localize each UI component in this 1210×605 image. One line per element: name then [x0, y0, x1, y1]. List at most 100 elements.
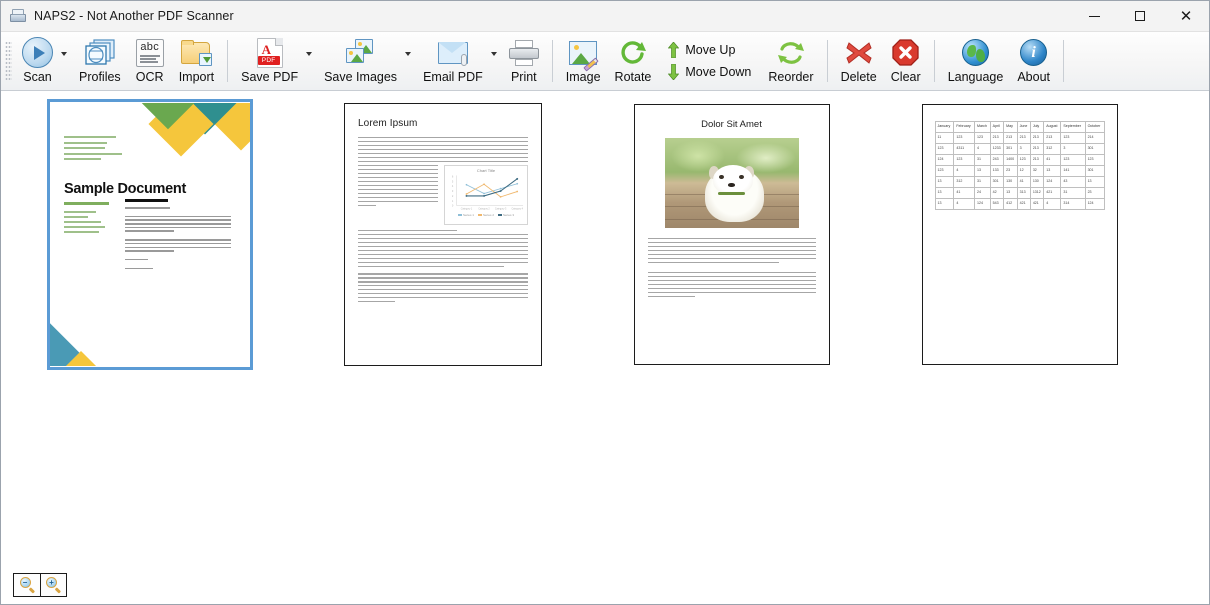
dolor-paragraph-2: [648, 272, 816, 297]
table-cell: 130: [1004, 176, 1017, 187]
ocr-button[interactable]: abc OCR: [128, 32, 172, 90]
table-cell: 213: [1044, 132, 1061, 143]
minimize-button[interactable]: [1071, 1, 1117, 32]
profiles-label: Profiles: [79, 70, 121, 84]
close-button[interactable]: ✕: [1163, 1, 1209, 32]
column-header: August: [1044, 122, 1061, 133]
letterhead-body-text: [125, 207, 231, 271]
move-down-button[interactable]: Move Down: [664, 62, 755, 82]
column-header: June: [1017, 122, 1030, 133]
ocr-icon: abc: [136, 39, 164, 67]
zoom-out-button[interactable]: −: [14, 574, 40, 596]
column-header: February: [954, 122, 975, 133]
table-cell: 12: [1017, 165, 1030, 176]
toolbar-separator-3: [827, 40, 828, 82]
letterhead-meta-block: [64, 211, 110, 236]
email-pdf-button[interactable]: Email PDF: [416, 32, 490, 90]
print-button[interactable]: Print: [502, 32, 546, 90]
page-preview-lorem-ipsum: Lorem Ipsum Chart Title: [344, 103, 542, 366]
table-row: 13 312 31 301 130 41 130 124 43 13: [935, 176, 1104, 187]
maximize-button[interactable]: [1117, 1, 1163, 32]
status-bar: − +: [1, 564, 1209, 604]
table-cell: 141: [1061, 165, 1085, 176]
page-title-sample-document: Sample Document: [64, 181, 186, 197]
table-row: 13 4 124 543 412 421 421 4 314 124: [935, 198, 1104, 209]
page-preview-monthly-table: January February March April May June Ju…: [922, 104, 1118, 365]
legend-item-series-1: Series 1: [458, 213, 474, 217]
save-pdf-dropdown-arrow[interactable]: [305, 32, 317, 90]
rotate-button[interactable]: Rotate: [608, 32, 659, 90]
move-down-label: Move Down: [685, 65, 751, 79]
lorem-left-column-text: [358, 165, 438, 225]
toolbar-separator-2: [552, 40, 553, 82]
title-bar-left: NAPS2 - Not Another PDF Scanner: [1, 8, 234, 24]
save-pdf-button[interactable]: A PDF Save PDF: [234, 32, 305, 90]
svg-text:Category 4: Category 4: [512, 207, 524, 210]
import-button[interactable]: Import: [172, 32, 221, 90]
save-images-split-button[interactable]: Save Images: [317, 32, 416, 90]
clear-label: Clear: [891, 70, 921, 84]
table-cell: 4: [954, 165, 975, 176]
thumbnail-item-1[interactable]: Sample Document: [47, 99, 253, 370]
table-cell: 313: [1017, 187, 1030, 198]
title-bar: NAPS2 - Not Another PDF Scanner ✕: [1, 1, 1209, 32]
move-up-button[interactable]: Move Up: [664, 40, 755, 60]
window-controls: ✕: [1071, 1, 1209, 32]
import-label: Import: [179, 70, 214, 84]
clear-button[interactable]: Clear: [884, 32, 928, 90]
reorder-icon: [777, 40, 805, 66]
scan-button[interactable]: Scan: [15, 32, 60, 90]
table-cell: 421: [1017, 198, 1030, 209]
language-button[interactable]: Language: [941, 32, 1011, 90]
image-edit-icon: [569, 41, 597, 65]
table-cell: 314: [1061, 198, 1085, 209]
delete-button[interactable]: Delete: [834, 32, 884, 90]
table-cell: 213: [1004, 132, 1017, 143]
svg-text:Category 2: Category 2: [478, 207, 490, 210]
zoom-in-button[interactable]: +: [40, 574, 66, 596]
delete-label: Delete: [841, 70, 877, 84]
table-cell: 421: [1044, 187, 1061, 198]
lorem-chart-row: Chart Title 012 345 6: [358, 165, 528, 225]
thumbnail-item-4[interactable]: January February March April May June Ju…: [921, 99, 1118, 370]
chart-legend: Series 1 Series 2 Series 3: [447, 213, 525, 217]
save-images-button[interactable]: Save Images: [317, 32, 404, 90]
thumbnail-workspace[interactable]: Sample Document: [1, 91, 1209, 564]
column-header: September: [1061, 122, 1085, 133]
about-button[interactable]: i About: [1010, 32, 1057, 90]
toolbar-separator-1: [227, 40, 228, 82]
image-label: Image: [566, 70, 601, 84]
profiles-icon: [85, 39, 115, 67]
delete-x-icon: [845, 40, 873, 66]
image-button[interactable]: Image: [559, 32, 608, 90]
scan-split-button[interactable]: Scan: [15, 32, 72, 90]
profiles-button[interactable]: Profiles: [72, 32, 128, 90]
column-header: May: [1004, 122, 1017, 133]
table-cell: 43: [1061, 176, 1085, 187]
table-cell: 13: [1044, 165, 1061, 176]
print-label: Print: [511, 70, 537, 84]
column-header: March: [974, 122, 990, 133]
save-images-dropdown-arrow[interactable]: [404, 32, 416, 90]
table-cell: 301: [1085, 143, 1104, 154]
reorder-label: Reorder: [768, 70, 813, 84]
table-cell: 123: [935, 143, 954, 154]
reorder-button[interactable]: Reorder: [761, 32, 820, 90]
move-up-label: Move Up: [685, 43, 735, 57]
scan-dropdown-arrow[interactable]: [60, 32, 72, 90]
embedded-line-chart: Chart Title 012 345 6: [444, 165, 528, 225]
table-cell: 130: [1030, 176, 1043, 187]
toolbar-grip[interactable]: [5, 41, 12, 81]
thumbnail-item-3[interactable]: Dolor Sit Amet: [633, 99, 830, 370]
lorem-bottom-paragraph-1: [358, 230, 528, 267]
move-buttons-group: Move Up Move Down: [658, 32, 761, 90]
thumbnail-item-2[interactable]: Lorem Ipsum Chart Title: [344, 99, 542, 370]
table-cell: 4311: [954, 143, 975, 154]
email-pdf-split-button[interactable]: Email PDF: [416, 32, 502, 90]
table-cell: 31: [974, 154, 990, 165]
table-row: 124 123 31 243 1400 123 213 41 123 123: [935, 154, 1104, 165]
table-cell: 4: [1044, 198, 1061, 209]
save-pdf-split-button[interactable]: A PDF Save PDF: [234, 32, 317, 90]
save-images-label: Save Images: [324, 70, 397, 84]
email-pdf-dropdown-arrow[interactable]: [490, 32, 502, 90]
